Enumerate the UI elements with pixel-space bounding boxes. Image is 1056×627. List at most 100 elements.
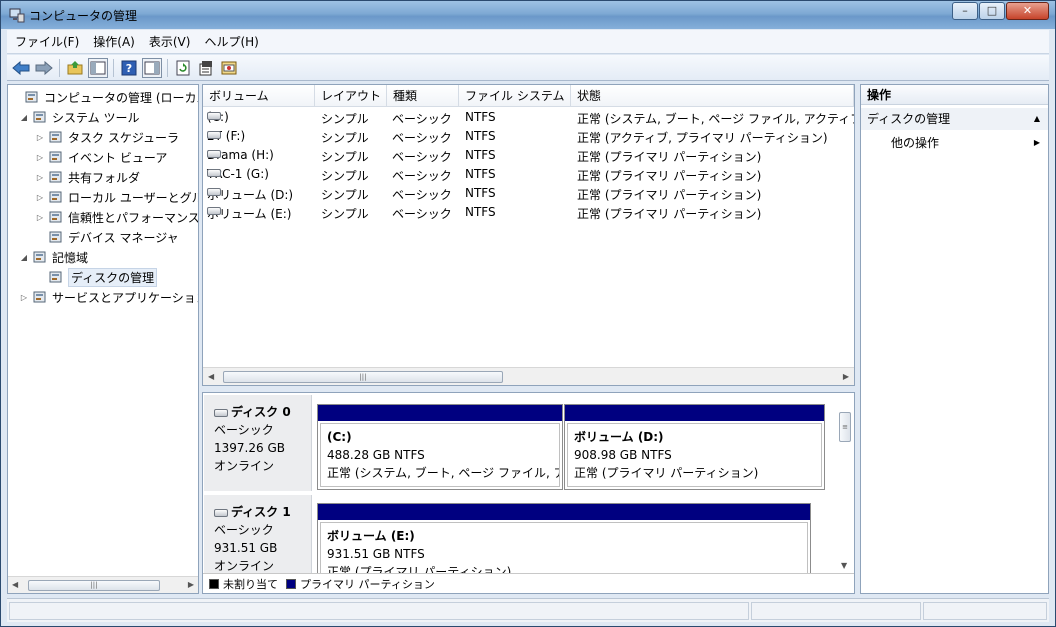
scroll-down-icon[interactable]: ▼ — [841, 561, 847, 570]
disk-type: ベーシック — [214, 423, 274, 437]
expand-toggle-icon[interactable]: ▷ — [34, 213, 46, 222]
collapse-up-icon: ▲ — [1033, 114, 1040, 123]
forward-arrow-icon — [35, 60, 53, 75]
type-cell: ベーシック — [392, 131, 452, 145]
legend-primary: プライマリ パーティション — [300, 577, 435, 591]
status-cell: 正常 (システム, ブート, ページ ファイル, アクティブ — [577, 112, 855, 126]
properties-icon — [199, 60, 212, 75]
disk-size: 931.51 GB — [214, 541, 278, 555]
actions-section-disk-management[interactable]: ディスクの管理 ▲ — [861, 108, 1048, 130]
column-header-type[interactable]: 種類 — [387, 85, 459, 107]
scroll-thumb[interactable]: ||| — [28, 580, 160, 591]
back-button[interactable] — [11, 58, 31, 78]
list-horizontal-scrollbar[interactable]: ◀ ||| ▶ — [203, 367, 854, 385]
table-row[interactable]: ボリューム (E:) シンプル ベーシック NTFS 正常 (プライマリ パーティション… — [203, 203, 854, 222]
table-row[interactable]: 2T (F:) シンプル ベーシック NTFS 正常 (アクティブ, プライマリ パーテ… — [203, 127, 854, 146]
more-actions-item[interactable]: 他の操作 ▶ — [861, 133, 1048, 153]
volume-drive-icon — [207, 188, 221, 196]
primary-partition-bar — [318, 405, 562, 421]
scroll-left-icon[interactable]: ◀ — [12, 580, 18, 589]
expand-toggle-icon[interactable]: ▷ — [34, 133, 46, 142]
scroll-right-icon[interactable]: ▶ — [188, 580, 194, 589]
tree-item-label: 信頼性とパフォーマンス — [68, 210, 199, 225]
scroll-thumb[interactable]: ||| — [223, 371, 503, 383]
tree-item[interactable]: デバイス マネージャ — [34, 227, 179, 247]
table-row[interactable]: (C:) シンプル ベーシック NTFS 正常 (システム, ブート, ページ ファイル… — [203, 108, 854, 127]
up-button[interactable] — [65, 58, 85, 78]
table-row[interactable]: Drama (H:) シンプル ベーシック NTFS 正常 (プライマリ パーティション… — [203, 146, 854, 165]
volume-cell: ボリューム (E:) — [207, 205, 291, 222]
toolbar-separator — [167, 58, 168, 77]
tree-item[interactable]: ▷ 共有フォルダ — [34, 167, 140, 187]
expand-toggle-icon[interactable]: ▷ — [34, 153, 46, 162]
column-header-filesystem[interactable]: ファイル システム — [459, 85, 571, 107]
graph-vertical-scrollbar[interactable]: ≡ ▼ — [836, 408, 854, 573]
tree-item[interactable]: ◢ システム ツール — [18, 107, 140, 127]
partition-d[interactable]: ボリューム (D:) 908.98 GB NTFS 正常 (プライマリ パーティ… — [564, 404, 825, 490]
tree-item[interactable]: ▷ タスク スケジューラ — [34, 127, 179, 147]
partition-e[interactable]: ボリューム (E:) 931.51 GB NTFS 正常 (プライマリ パーティ… — [317, 503, 811, 579]
status-cell: 正常 (プライマリ パーティション) — [577, 150, 762, 164]
partition-c[interactable]: (C:) 488.28 GB NTFS 正常 (システム, ブート, ページ フ… — [317, 404, 563, 490]
tree-item-label: サービスとアプリケーション — [52, 290, 199, 305]
tree-item[interactable]: ▷ 信頼性とパフォーマンス — [34, 207, 199, 227]
expand-toggle-icon[interactable]: ◢ — [18, 253, 30, 262]
expand-toggle-icon[interactable]: ▷ — [18, 293, 30, 302]
tree-horizontal-scrollbar[interactable]: ◀ ||| ▶ — [8, 576, 198, 593]
disk-0-info[interactable]: ディスク 0 ベーシック 1397.26 GB オンライン — [204, 395, 312, 491]
actions-header: 操作 — [861, 85, 1048, 105]
close-button[interactable]: ✕ — [1006, 2, 1049, 20]
layout-cell: シンプル — [321, 112, 369, 126]
minimize-button[interactable]: – — [952, 2, 978, 20]
column-header-volume[interactable]: ボリューム — [203, 85, 315, 107]
scroll-right-icon[interactable]: ▶ — [843, 372, 849, 381]
menu-action[interactable]: 操作(A) — [85, 33, 141, 50]
tree-item[interactable]: ▷ サービスとアプリケーション — [18, 287, 199, 307]
tree-item-label: タスク スケジューラ — [68, 130, 179, 145]
layout-cell: シンプル — [321, 207, 369, 221]
disk-drive-icon — [214, 508, 228, 517]
type-cell: ベーシック — [392, 207, 452, 221]
properties-button[interactable] — [196, 58, 216, 78]
menu-view[interactable]: 表示(V) — [141, 33, 197, 50]
table-row[interactable]: TRC-1 (G:) シンプル ベーシック NTFS 正常 (プライマリ パーティション… — [203, 165, 854, 184]
show-hide-tree-icon — [90, 61, 106, 74]
show-hide-tree-button[interactable] — [88, 57, 108, 78]
tree-item[interactable]: ◢ 記憶域 — [18, 247, 88, 267]
tree-item[interactable]: ▷ イベント ビューア — [34, 147, 167, 167]
table-row[interactable]: ボリューム (D:) シンプル ベーシック NTFS 正常 (プライマリ パーティション… — [203, 184, 854, 203]
scroll-thumb[interactable]: ≡ — [839, 412, 851, 442]
title-bar[interactable]: コンピュータの管理 – □ ✕ — [1, 1, 1055, 29]
volume-drive-icon — [207, 150, 221, 158]
expand-toggle-icon[interactable]: ▷ — [34, 173, 46, 182]
maximize-button[interactable]: □ — [979, 2, 1005, 20]
computer-management-icon — [24, 89, 40, 105]
disk-1-info[interactable]: ディスク 1 ベーシック 931.51 GB オンライン — [204, 495, 312, 573]
tree-item[interactable]: コンピュータの管理 (ローカル) — [10, 87, 198, 107]
forward-button[interactable] — [34, 58, 54, 78]
menu-help[interactable]: ヘルプ(H) — [196, 33, 264, 50]
column-header-layout[interactable]: レイアウト — [315, 85, 387, 107]
scroll-left-icon[interactable]: ◀ — [208, 372, 214, 381]
expand-toggle-icon[interactable]: ▷ — [34, 193, 46, 202]
primary-partition-bar — [318, 504, 810, 520]
menu-file[interactable]: ファイル(F) — [7, 33, 85, 50]
volume-cell: ボリューム (D:) — [207, 186, 293, 203]
tree-item[interactable]: ▷ ローカル ユーザーとグループ — [34, 187, 198, 207]
show-hide-action-pane-button[interactable] — [142, 57, 162, 78]
performance-icon — [48, 209, 64, 225]
tree-item[interactable]: ディスクの管理 — [34, 267, 158, 287]
legend: 未割り当て プライマリ パーティション — [203, 573, 854, 593]
refresh-button[interactable] — [173, 58, 193, 78]
section-label: ディスクの管理 — [867, 112, 951, 126]
disk-settings-button[interactable] — [219, 58, 239, 78]
expand-toggle-icon[interactable]: ◢ — [18, 113, 30, 122]
primary-partition-bar — [565, 405, 824, 421]
users-icon — [48, 189, 64, 205]
volume-cell: Drama (H:) — [207, 148, 274, 162]
type-cell: ベーシック — [392, 169, 452, 183]
unallocated-swatch — [209, 578, 219, 589]
help-button[interactable]: ? — [119, 58, 139, 78]
layout-cell: シンプル — [321, 169, 369, 183]
column-header-status[interactable]: 状態 — [571, 85, 854, 107]
